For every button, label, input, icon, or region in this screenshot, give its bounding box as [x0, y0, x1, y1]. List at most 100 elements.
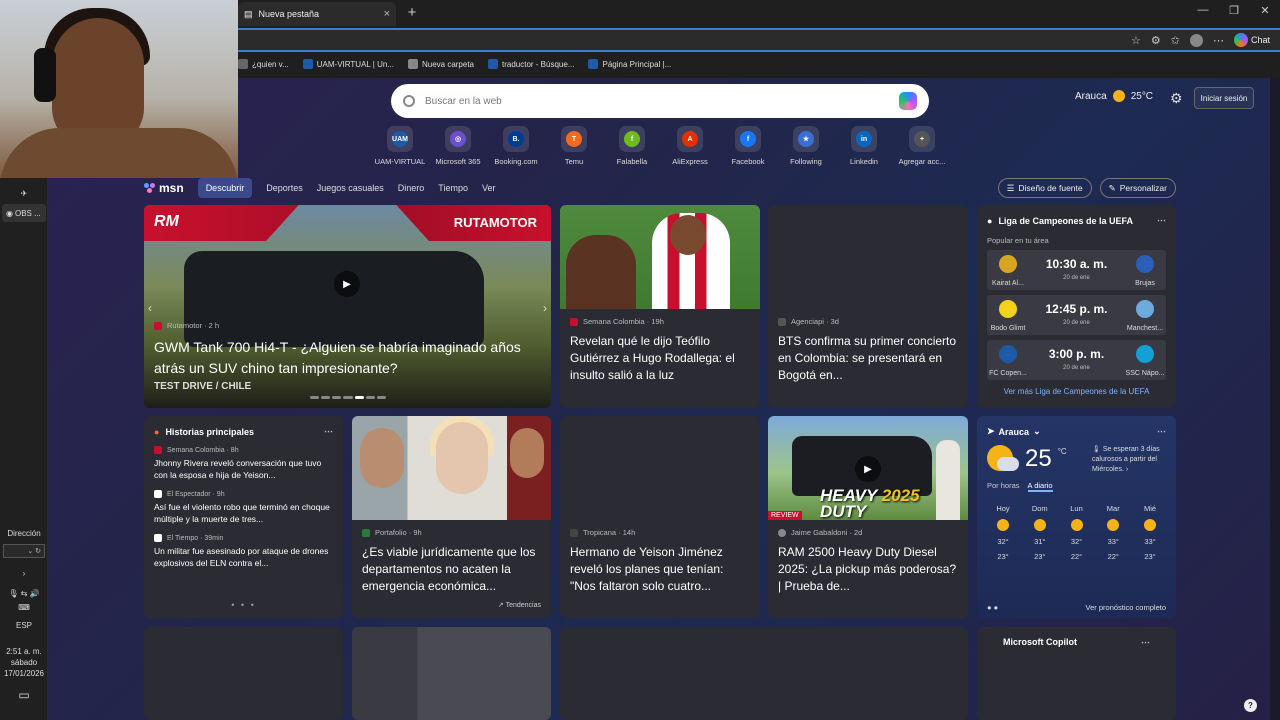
- minimize-button[interactable]: —: [1188, 4, 1218, 22]
- new-tab-button[interactable]: +: [402, 5, 422, 23]
- quick-link[interactable]: f Falabella: [608, 126, 656, 166]
- news-card-ram[interactable]: HEAVY 2025 DUTY REVIEW ▶ Jaime Gabaldoni …: [768, 416, 968, 618]
- feed-design-button[interactable]: ☰ Diseño de fuente: [997, 178, 1092, 198]
- more-options-icon[interactable]: ⋯: [1157, 215, 1166, 226]
- msn-tab[interactable]: Descubrir: [197, 178, 253, 198]
- obs-taskbar-item[interactable]: ◉ OBS ...: [2, 204, 46, 222]
- uefa-title[interactable]: Liga de Campeones de la UEFA: [998, 216, 1133, 226]
- play-icon[interactable]: ▶: [334, 271, 360, 297]
- bookmark-item[interactable]: UAM-VIRTUAL | Un...: [302, 59, 394, 69]
- weather-location[interactable]: Arauca: [999, 427, 1030, 437]
- hero-headline[interactable]: GWM Tank 700 Hi4-T - ¿Alguien se habría …: [154, 337, 541, 379]
- profile-avatar[interactable]: [1189, 33, 1203, 47]
- card2-headline[interactable]: Revelan qué le dijo Teófilo Gutiérrez a …: [570, 333, 750, 384]
- hero-news-card[interactable]: RM RUTAMOTOR ▶ ‹ › Rutamotor · 2 h GWM T…: [144, 205, 551, 408]
- quick-link[interactable]: + Agregar acc...: [898, 126, 946, 166]
- match-row[interactable]: FC Copen... 3:00 p. m. 20 de ene SSC Náp…: [987, 340, 1166, 380]
- card7-headline[interactable]: RAM 2500 Heavy Duty Diesel 2025: ¿La pic…: [778, 544, 958, 595]
- direction-input[interactable]: ⌄ ↻: [3, 544, 45, 558]
- quick-link[interactable]: f Facebook: [724, 126, 772, 166]
- bookmark-item[interactable]: Página Principal |...: [588, 59, 671, 69]
- play-icon[interactable]: ▶: [855, 456, 881, 482]
- pinned-app-icon[interactable]: ✈: [2, 184, 46, 202]
- quick-link[interactable]: T Temu: [550, 126, 598, 166]
- quick-link[interactable]: A AliExpress: [666, 126, 714, 166]
- maximize-button[interactable]: ❐: [1219, 4, 1249, 22]
- favorite-star-icon[interactable]: ☆: [1131, 34, 1141, 47]
- news-card-tropicana[interactable]: Tropicana · 14h Hermano de Yeison Jiméne…: [560, 416, 760, 618]
- carousel-prev-icon[interactable]: ‹: [148, 301, 152, 315]
- taskbar-clock[interactable]: 2:51 a. m. sábado 17/01/2026: [2, 642, 46, 682]
- card5-headline[interactable]: ¿Es viable jurídicamente que los departa…: [362, 544, 541, 595]
- copilot-search-icon[interactable]: [899, 92, 917, 110]
- copilot-chat-button[interactable]: Chat: [1233, 33, 1270, 47]
- forecast-day[interactable]: Mié 33° 23°: [1134, 504, 1166, 561]
- msn-tab[interactable]: Ver: [482, 183, 496, 193]
- card6-headline[interactable]: Hermano de Yeison Jiménez reveló los pla…: [570, 544, 750, 595]
- quick-link[interactable]: UAM UAM-VIRTUAL: [375, 126, 425, 166]
- more-menu-icon[interactable]: ⋯: [1213, 34, 1224, 47]
- uefa-more-link[interactable]: Ver más Liga de Campeones de la UEFA: [987, 387, 1166, 396]
- quick-link[interactable]: ★ Following: [782, 126, 830, 166]
- chevron-down-icon[interactable]: ⌄: [1033, 426, 1041, 437]
- msn-tab[interactable]: Tiempo: [438, 183, 468, 193]
- close-window-button[interactable]: ✕: [1250, 4, 1280, 22]
- msn-logo[interactable]: msn: [144, 181, 184, 195]
- favorites-icon[interactable]: ✩: [1171, 34, 1180, 47]
- source-logo-icon: [154, 321, 162, 330]
- weather-pager-dots[interactable]: ● ●: [987, 603, 998, 612]
- settings-gear-icon[interactable]: ⚙: [1170, 90, 1183, 107]
- forecast-day[interactable]: Hoy 32° 23°: [987, 504, 1019, 561]
- sign-in-button[interactable]: Iniciar sesión: [1194, 87, 1254, 109]
- keyboard-icon[interactable]: ⌨: [2, 598, 46, 616]
- more-options-icon[interactable]: ⋯: [1141, 637, 1150, 648]
- browser-tab-active[interactable]: ▤ Nueva pestaña ×: [238, 2, 396, 26]
- scrollbar[interactable]: [1270, 78, 1280, 720]
- source-logo-icon: [154, 446, 162, 454]
- stories-pager[interactable]: • • •: [144, 600, 343, 610]
- personalize-button[interactable]: ✎ Personalizar: [1099, 178, 1176, 198]
- match-row[interactable]: Bodo Glimt 12:45 p. m. 20 de ene Manches…: [987, 295, 1166, 335]
- quick-link[interactable]: B. Booking.com: [492, 126, 540, 166]
- story-item[interactable]: El Tiempo · 39min Un militar fue asesina…: [154, 534, 333, 569]
- bookmark-item[interactable]: ¿quien v...: [238, 59, 289, 69]
- hourly-toggle[interactable]: Por horas: [987, 481, 1020, 492]
- help-icon[interactable]: ?: [1244, 699, 1257, 712]
- msn-tab[interactable]: Deportes: [266, 183, 303, 193]
- news-card-bts[interactable]: Agenciapi · 3d BTS confirma su primer co…: [768, 205, 968, 408]
- copilot-title[interactable]: Microsoft Copilot: [1003, 637, 1077, 648]
- forecast-day[interactable]: Mar 33° 22°: [1097, 504, 1129, 561]
- news-card-portafolio[interactable]: Portafolio · 9h ¿Es viable jurídicamente…: [352, 416, 551, 618]
- forecast-day[interactable]: Lun 32° 22°: [1061, 504, 1093, 561]
- quick-link[interactable]: in Linkedin: [840, 126, 888, 166]
- tray-chevron-icon[interactable]: ›: [2, 564, 46, 582]
- web-search-box[interactable]: Buscar en la web: [391, 84, 929, 118]
- quick-link[interactable]: ◎ Microsoft 365: [434, 126, 482, 166]
- story-item[interactable]: Semana Colombia · 8h Jhonny Rivera revel…: [154, 446, 333, 481]
- card3-headline[interactable]: BTS confirma su primer concierto en Colo…: [778, 333, 958, 384]
- trending-label[interactable]: ↗ Tendencias: [498, 601, 541, 609]
- weather-alert[interactable]: 🌡 Se esperan 3 días calurosos a partir d…: [1092, 445, 1166, 475]
- language-indicator[interactable]: ESP: [2, 616, 46, 634]
- bookmark-item[interactable]: traductor - Búsque...: [488, 59, 574, 69]
- tab-close-icon[interactable]: ×: [384, 8, 390, 20]
- address-bar[interactable]: [238, 28, 1280, 52]
- full-forecast-link[interactable]: Ver pronóstico completo: [1086, 603, 1166, 612]
- forecast-day[interactable]: Dom 31° 23°: [1024, 504, 1056, 561]
- carousel-next-icon[interactable]: ›: [543, 301, 547, 315]
- bookmark-item[interactable]: Nueva carpeta: [407, 59, 474, 69]
- extensions-icon[interactable]: ⚙: [1151, 34, 1161, 47]
- news-card-football[interactable]: Semana Colombia · 19h Revelan qué le dij…: [560, 205, 760, 408]
- msn-tab[interactable]: Dinero: [398, 183, 425, 193]
- story-item[interactable]: El Espectador · 9h Así fue el violento r…: [154, 490, 333, 525]
- trending-text: Tendencias: [505, 602, 541, 609]
- more-options-icon[interactable]: ⋯: [1157, 426, 1166, 437]
- match-row[interactable]: Kairat Al... 10:30 a. m. 20 de ene Bruja…: [987, 250, 1166, 290]
- rm-logo: RM: [154, 213, 179, 230]
- header-weather[interactable]: Arauca 25°C: [1075, 90, 1153, 102]
- more-options-icon[interactable]: ⋯: [324, 426, 333, 437]
- notifications-icon[interactable]: ▭: [2, 686, 46, 704]
- daily-toggle[interactable]: A diario: [1027, 481, 1053, 492]
- msn-tab[interactable]: Juegos casuales: [317, 183, 384, 193]
- day-low: 23°: [997, 552, 1009, 561]
